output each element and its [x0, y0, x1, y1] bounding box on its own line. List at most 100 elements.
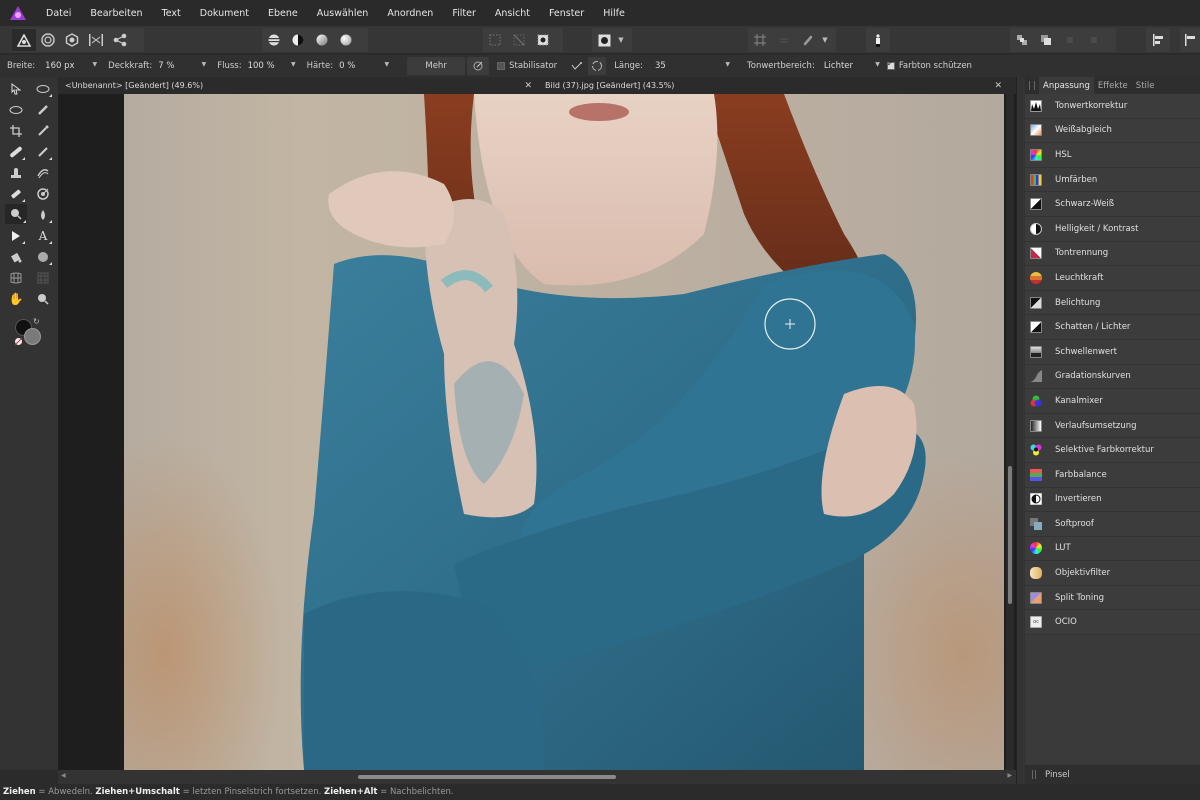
contrast-icon[interactable] — [286, 29, 310, 51]
stabilisator-checkbox[interactable] — [497, 62, 506, 70]
tone-mapping-persona-icon[interactable] — [84, 29, 108, 51]
farbton-schuetzen-checkbox[interactable] — [886, 59, 895, 70]
breite-dropdown-icon[interactable]: ▼ — [93, 61, 98, 71]
adjustment-ocio[interactable]: oc OCIO — [1025, 610, 1200, 636]
lasso-tool-icon[interactable] — [6, 101, 26, 119]
adjustment-umfaerben[interactable]: Umfärben — [1025, 167, 1200, 193]
align-right-icon[interactable] — [1180, 29, 1200, 51]
tab-stile[interactable]: Stile — [1132, 77, 1159, 94]
move-tool-icon[interactable] — [6, 80, 26, 98]
sphere-half-icon[interactable] — [310, 29, 334, 51]
canvas-area[interactable] — [58, 94, 1016, 770]
menu-ebene[interactable]: Ebene — [268, 8, 298, 19]
adjustment-selektive-farbkorrektur[interactable]: Selektive Farbkorrektur — [1025, 438, 1200, 463]
pinsel-panel-header[interactable]: Pinsel — [1025, 765, 1200, 784]
quick-mask-icon[interactable] — [592, 29, 616, 51]
haerte-dropdown-icon[interactable]: ▼ — [384, 61, 389, 71]
shape-tool-icon[interactable] — [33, 248, 53, 266]
arrange-disabled-2-icon[interactable] — [1082, 29, 1106, 51]
menu-fenster[interactable]: Fenster — [549, 8, 584, 19]
rope-mode-button[interactable] — [567, 57, 587, 75]
sphere-icon[interactable] — [334, 29, 358, 51]
menu-hilfe[interactable]: Hilfe — [603, 8, 625, 19]
grid-snap-icon[interactable] — [748, 29, 772, 51]
marquee-icon[interactable] — [483, 29, 507, 51]
no-color-icon[interactable] — [15, 338, 22, 345]
adjustment-lut[interactable]: LUT — [1025, 536, 1200, 562]
arrange-back-icon[interactable] — [1010, 29, 1034, 51]
crop-tool-icon[interactable] — [6, 122, 26, 140]
horizontal-scrollbar-thumb[interactable] — [358, 775, 616, 779]
adjustment-weissabgleich[interactable]: Weißabgleich — [1025, 118, 1200, 144]
adjustment-softproof[interactable]: Softproof — [1025, 512, 1200, 537]
adjustment-farbbalance[interactable]: Farbbalance — [1025, 462, 1200, 488]
adjustment-objektivfilter[interactable]: Objektivfilter — [1025, 561, 1200, 586]
tab-anpassung[interactable]: Anpassung — [1039, 77, 1094, 94]
adjustment-schwellenwert[interactable]: Schwellenwert — [1025, 339, 1200, 365]
arrange-front-icon[interactable] — [1034, 29, 1058, 51]
tonwertbereich-dropdown-icon[interactable]: ▼ — [875, 61, 880, 71]
menu-anordnen[interactable]: Anordnen — [387, 8, 433, 19]
document-tab-unbenannt[interactable]: <Unbenannt> [Geändert] (49.6%) ✕ — [58, 77, 538, 94]
flood-fill-tool-icon[interactable] — [6, 248, 26, 266]
adjustment-tonwertkorrektur[interactable]: Tonwertkorrektur — [1025, 94, 1200, 119]
align-left-icon[interactable] — [1146, 29, 1170, 51]
secondary-color-swatch[interactable] — [24, 328, 41, 345]
blur-brush-tool-icon[interactable] — [33, 206, 53, 224]
close-tab-icon[interactable]: ✕ — [524, 81, 532, 91]
erase-brush-tool-icon[interactable] — [6, 185, 26, 203]
farbton-schuetzen-toggle[interactable]: Farbton schützen — [886, 59, 972, 71]
color-picker-tool-icon[interactable] — [33, 122, 53, 140]
adjustment-tontrennung[interactable]: Tontrennung — [1025, 241, 1200, 267]
menu-auswaehlen[interactable]: Auswählen — [317, 8, 369, 19]
scroll-left-icon[interactable]: ◀ — [61, 772, 66, 779]
link-icon[interactable] — [796, 29, 820, 51]
no-selection-icon[interactable] — [507, 29, 531, 51]
menu-text[interactable]: Text — [162, 8, 181, 19]
align-icon[interactable] — [772, 29, 796, 51]
mehr-button[interactable]: Mehr — [407, 57, 466, 75]
fluss-dropdown-icon[interactable]: ▼ — [291, 61, 296, 71]
menu-bearbeiten[interactable]: Bearbeiten — [90, 8, 142, 19]
close-tab-icon[interactable]: ✕ — [994, 81, 1002, 91]
vertical-scrollbar-thumb[interactable] — [1008, 466, 1012, 604]
mesh-warp-tool-icon[interactable] — [6, 269, 26, 287]
freehand-selection-tool-icon[interactable] — [33, 80, 53, 98]
adjustment-split-toning[interactable]: Split Toning — [1025, 585, 1200, 611]
photo-persona-icon[interactable] — [12, 29, 36, 51]
smudge-tool-icon[interactable] — [33, 164, 53, 182]
perspective-tool-icon[interactable] — [33, 269, 53, 287]
stabilisator-toggle[interactable]: Stabilisator — [497, 61, 557, 71]
adjustment-gradationskurven[interactable]: Gradationskurven — [1025, 364, 1200, 390]
text-tool-icon[interactable]: A — [33, 227, 53, 245]
tab-effekte[interactable]: Effekte — [1094, 77, 1132, 94]
paint-brush-tool-icon[interactable] — [33, 143, 53, 161]
adjustment-hsl[interactable]: HSL — [1025, 143, 1200, 168]
horizontal-scrollbar[interactable]: ◀ ▶ — [58, 770, 1016, 784]
levels-icon[interactable] — [262, 29, 286, 51]
haerte-field[interactable]: 0 % ▼ — [339, 61, 389, 71]
clone-tool-icon[interactable] — [6, 164, 26, 182]
photo-canvas[interactable] — [124, 94, 1004, 770]
deckkraft-dropdown-icon[interactable]: ▼ — [202, 61, 207, 71]
adjustment-leuchtkraft[interactable]: Leuchtkraft — [1025, 266, 1200, 291]
swap-colors-icon[interactable]: ↻ — [33, 317, 40, 326]
adjustment-belichtung[interactable]: Belichtung — [1025, 290, 1200, 316]
window-mode-button[interactable] — [588, 57, 607, 75]
arrange-disabled-1-icon[interactable] — [1058, 29, 1082, 51]
pressure-button[interactable] — [467, 57, 490, 75]
node-tool-icon[interactable] — [6, 227, 26, 245]
vertical-scrollbar[interactable] — [1006, 94, 1014, 770]
adjustment-verlaufsumsetzung[interactable]: Verlaufsumsetzung — [1025, 413, 1200, 439]
snapping-dropdown-icon[interactable]: ▼ — [820, 36, 830, 44]
healing-brush-tool-icon[interactable] — [6, 143, 26, 161]
menu-filter[interactable]: Filter — [452, 8, 476, 19]
adjustment-invertieren[interactable]: Invertieren — [1025, 487, 1200, 513]
menu-ansicht[interactable]: Ansicht — [495, 8, 530, 19]
invert-selection-icon[interactable] — [531, 29, 555, 51]
laenge-field[interactable]: 35 ▼ — [655, 61, 730, 71]
dodge-brush-tool-icon[interactable] — [5, 204, 27, 224]
laenge-dropdown-icon[interactable]: ▼ — [725, 61, 730, 71]
panel-grip-icon[interactable] — [1032, 770, 1036, 779]
menu-dokument[interactable]: Dokument — [200, 8, 249, 19]
